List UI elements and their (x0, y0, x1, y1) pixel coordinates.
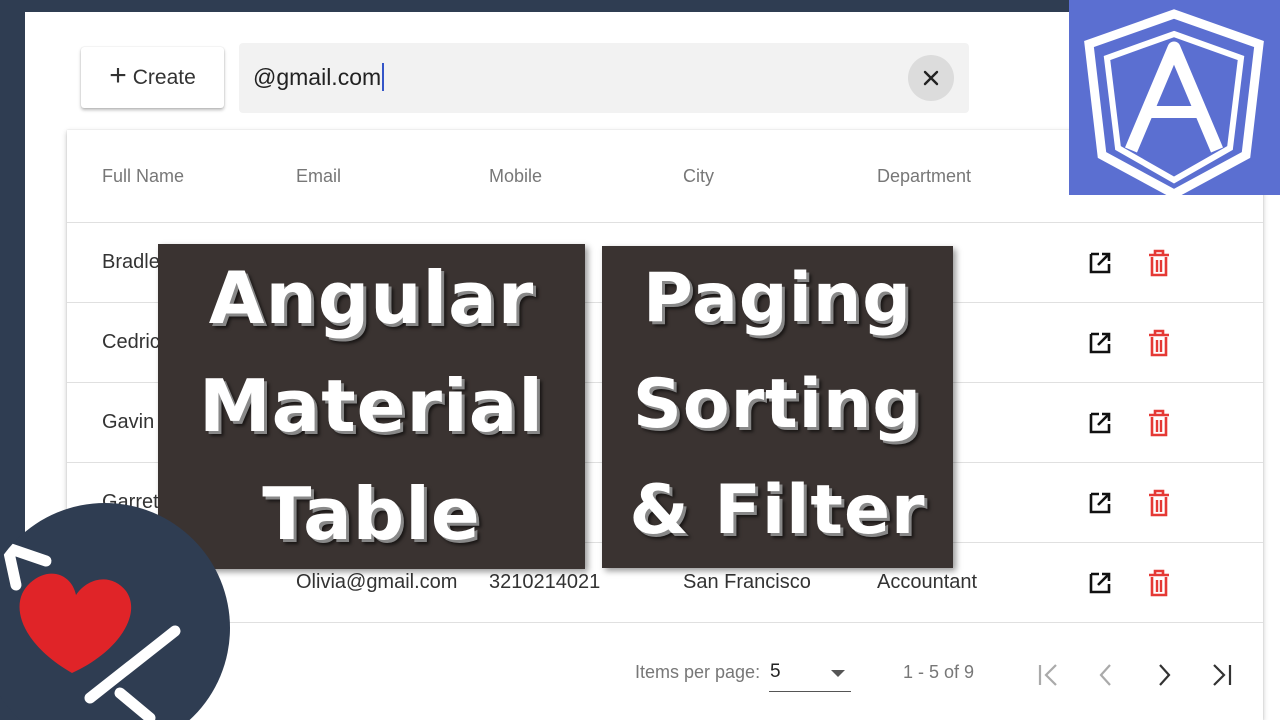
delete-button[interactable] (1145, 383, 1173, 462)
edit-button[interactable] (1085, 223, 1115, 302)
column-header-department[interactable]: Department (877, 130, 971, 222)
close-icon (923, 70, 939, 86)
dropdown-arrow-icon (831, 670, 845, 677)
trash-icon (1149, 249, 1169, 276)
banner-line: Sorting (632, 365, 923, 444)
banner-line: Paging (643, 259, 912, 338)
banner-line: Table (262, 472, 481, 556)
angular-shield-icon (1084, 9, 1264, 200)
delete-button[interactable] (1145, 303, 1173, 382)
trash-icon (1149, 329, 1169, 356)
edit-button[interactable] (1085, 303, 1115, 382)
first-page-button[interactable] (1033, 660, 1063, 690)
delete-button[interactable] (1145, 463, 1173, 542)
column-header-mobile[interactable]: Mobile (489, 130, 542, 222)
angular-logo (1069, 0, 1280, 200)
column-header-email[interactable]: Email (296, 130, 341, 222)
trash-icon (1149, 489, 1169, 516)
open-in-new-icon (1089, 412, 1111, 433)
column-header-full-name[interactable]: Full Name (102, 130, 184, 222)
page-size-value: 5 (770, 661, 781, 682)
page-range-label: 1 - 5 of 9 (903, 662, 975, 682)
plus-icon: + (109, 59, 127, 92)
search-input[interactable]: @gmail.com (253, 63, 385, 91)
open-in-new-icon (1089, 572, 1111, 593)
edit-button[interactable] (1085, 463, 1115, 542)
trash-icon (1149, 409, 1169, 436)
title-banner-right: Paging Sorting & Filter (602, 246, 953, 568)
create-button[interactable]: + Create (81, 47, 224, 108)
search-field[interactable]: @gmail.com (239, 43, 969, 113)
trash-icon (1149, 569, 1169, 596)
clear-search-button[interactable] (908, 55, 954, 101)
column-header-city[interactable]: City (683, 130, 714, 222)
previous-page-button[interactable] (1091, 660, 1121, 690)
title-banner-left: Angular Material Table (158, 244, 585, 569)
create-button-label: Create (132, 65, 196, 89)
page-size-select[interactable]: 5 (769, 660, 851, 692)
banner-line: Material (199, 364, 544, 448)
next-page-button[interactable] (1149, 660, 1179, 690)
open-in-new-icon (1089, 332, 1111, 353)
items-per-page-label: Items per page: (635, 662, 761, 682)
open-in-new-icon (1089, 252, 1111, 273)
last-page-button[interactable] (1207, 660, 1237, 690)
delete-button[interactable] (1145, 543, 1173, 622)
paginator: Items per page: 5 1 - 5 of 9 (67, 630, 1263, 720)
open-in-new-icon (1089, 492, 1111, 513)
banner-line: & Filter (629, 471, 926, 550)
banner-line: Angular (208, 256, 535, 340)
delete-button[interactable] (1145, 223, 1173, 302)
edit-button[interactable] (1085, 543, 1115, 622)
edit-button[interactable] (1085, 383, 1115, 462)
